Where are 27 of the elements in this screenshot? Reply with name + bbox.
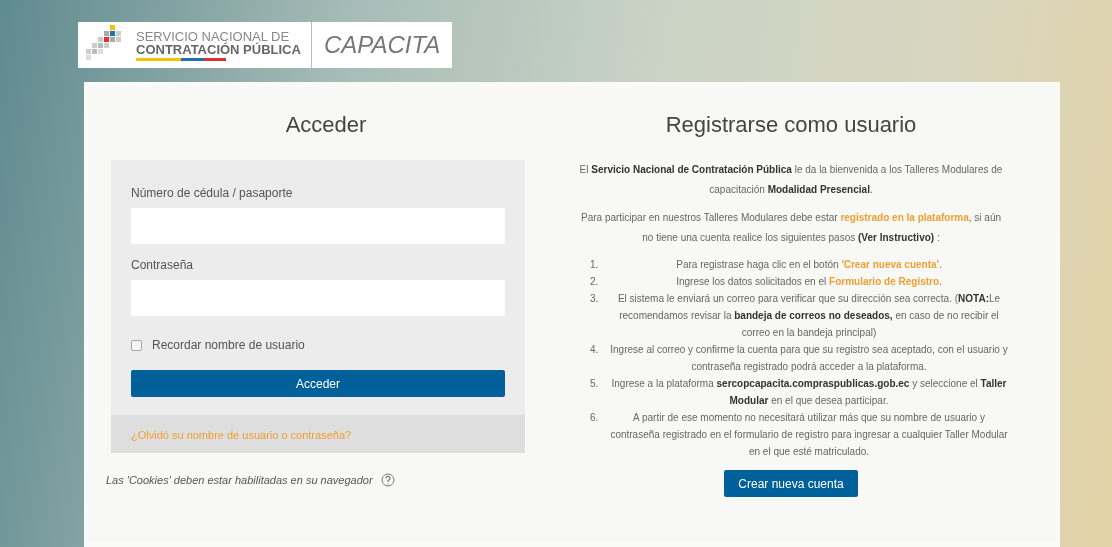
step-text: El sistema le enviará un correo para verificar que su dirección sea correcta. (NOTA:Le recomendamos revisar la bandeja de correos no deseados, en caso de no recibir el correo en la bandeja principal) <box>616 292 1002 340</box>
step-number: 4. <box>590 343 600 357</box>
agency-name: CONTRATACIÓN PÚBLICA <box>136 42 301 56</box>
step-text: A partir de ese momento no necesitará utilizar más que su nombre de usuario y contraseña registrado en el formulario de registro para ingresar a cualquier Taller Modular en el que esté matriculado. <box>609 411 1009 459</box>
step-number: 1. <box>590 258 600 272</box>
field-label: Contraseña <box>131 258 195 272</box>
help-icon[interactable] <box>380 473 395 487</box>
agency-name: SERVICIO NACIONAL DE <box>136 29 290 43</box>
login-button[interactable]: Acceder <box>131 370 505 397</box>
register-title: Registrarse como usuario <box>664 112 918 138</box>
step-number: 5. <box>590 377 600 391</box>
checkbox-label: Recordar nombre de usuario <box>152 338 305 352</box>
step-text: Ingrese a la plataforma sercopcapacita.compraspublicas.gob.ec y seleccione el Taller Modular en el que desea participar. <box>610 377 1008 408</box>
step-text: Ingrese al correo y confirme la cuenta para que su registro sea aceptado, con el usuario y contraseña registrado podrá acceder a la plataforma. <box>609 343 1009 374</box>
step-number: 3. <box>590 292 600 306</box>
product-name: CAPACITA <box>310 22 441 68</box>
intro-paragraph: El Servicio Nacional de Contratación Pública le da la bienvenida a los Talleres Modulares de capacitación Modalidad Presencial. <box>578 163 1004 197</box>
login-title: Acceder <box>284 112 368 138</box>
intro-paragraph: Para participar en nuestros Talleres Modulares debe estar registrado en la plataforma, si aún no tiene una cuenta realice los siguientes pasos (Ver Instructivo) : <box>580 211 1002 245</box>
cookies-note: Las 'Cookies' deben estar habilitadas en su navegador <box>106 474 373 486</box>
step-text: Para registrase haga clic en el botón 'Crear nueva cuenta'. <box>675 258 943 272</box>
step-number: 2. <box>590 275 600 289</box>
create-account-button[interactable]: Crear nueva cuenta <box>724 470 858 497</box>
field-label: Número de cédula / pasaporte <box>131 186 294 200</box>
checkbox[interactable] <box>131 339 142 351</box>
step-number: 6. <box>590 411 600 425</box>
step-text: Ingrese los datos solicitados en el Formulario de Registro. <box>675 275 943 289</box>
